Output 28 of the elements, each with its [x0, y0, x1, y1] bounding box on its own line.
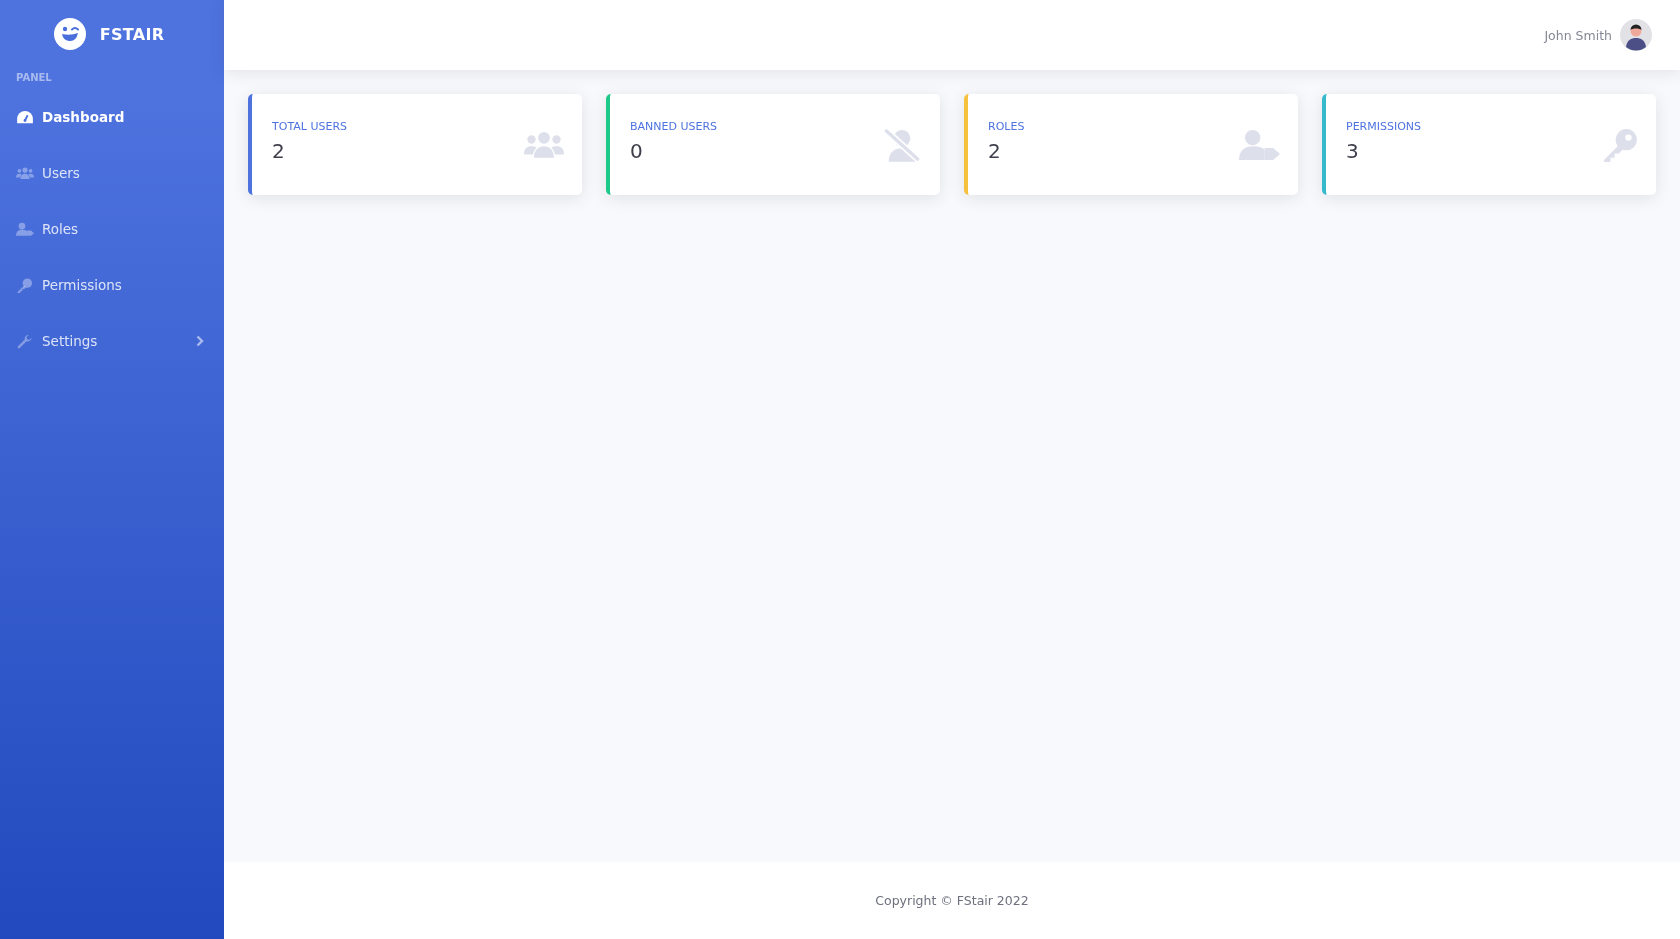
sidebar-item[interactable]: Users	[0, 145, 224, 201]
user-name: John Smith	[1544, 27, 1612, 43]
users-icon	[524, 131, 564, 158]
stat-label: ROLES	[988, 120, 1026, 133]
sidebar-item[interactable]: Dashboard	[0, 89, 224, 145]
stat-value: 2	[988, 139, 1002, 163]
sidebar-item[interactable]: Settings	[0, 313, 224, 369]
key-icon	[16, 277, 34, 293]
stat-value: 2	[272, 139, 286, 163]
stat-value: 0	[630, 139, 644, 163]
stat-label: TOTAL USERS	[272, 120, 348, 133]
sidebar-item[interactable]: Roles	[0, 201, 224, 257]
users-icon	[16, 167, 34, 179]
smiley-logo-icon	[53, 18, 86, 50]
brand-name: FSTAIR	[99, 24, 165, 44]
key-icon	[1604, 127, 1638, 162]
wrench-icon	[16, 333, 34, 349]
stat-label: BANNED USERS	[630, 120, 719, 133]
gauge-icon	[16, 110, 34, 124]
user-slash-icon	[882, 127, 922, 162]
stat-value: 3	[1346, 139, 1360, 163]
avatar-icon[interactable]	[1620, 19, 1652, 51]
sidebar-item[interactable]: Permissions	[0, 257, 224, 313]
stat-label: PERMISSIONS	[1346, 120, 1423, 133]
user-tag-icon	[16, 222, 34, 236]
copyright-text: Copyright © FStair 2022	[875, 893, 1029, 908]
sidebar-heading: PANEL	[15, 71, 53, 85]
user-tag-icon	[1239, 129, 1280, 160]
